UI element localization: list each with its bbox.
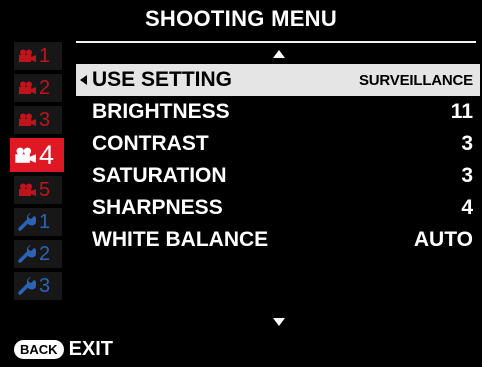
title-divider xyxy=(76,41,476,43)
movie-camera-icon xyxy=(19,49,36,62)
menu-list: USE SETTING SURVEILLANCE BRIGHTNESS 11 C… xyxy=(76,64,480,256)
back-button[interactable]: BACK xyxy=(14,340,64,359)
tab-number: 3 xyxy=(39,109,51,131)
wrench-icon xyxy=(18,277,36,295)
tab-number: 3 xyxy=(39,275,51,297)
tab-movie-5[interactable]: 5 xyxy=(14,176,62,204)
movie-camera-icon xyxy=(19,81,36,94)
menu-item-label: WHITE BALANCE xyxy=(92,228,269,251)
menu-item-brightness[interactable]: BRIGHTNESS 11 xyxy=(76,96,480,128)
tab-number: 5 xyxy=(39,179,51,201)
menu-item-label: BRIGHTNESS xyxy=(92,100,230,123)
menu-item-value: SURVEILLANCE xyxy=(358,71,473,89)
scroll-down-arrow-icon[interactable] xyxy=(273,318,285,326)
menu-item-sharpness[interactable]: SHARPNESS 4 xyxy=(76,192,480,224)
menu-item-value: 3 xyxy=(461,164,473,187)
menu-item-value: AUTO xyxy=(413,228,473,251)
menu-item-value: 3 xyxy=(461,132,473,155)
movie-camera-icon xyxy=(15,147,36,163)
tab-movie-3[interactable]: 3 xyxy=(14,106,62,134)
tab-setup-1[interactable]: 1 xyxy=(14,208,62,236)
menu-item-label: USE SETTING xyxy=(92,68,233,91)
exit-label: EXIT xyxy=(68,338,114,360)
scroll-up-arrow-icon[interactable] xyxy=(273,50,285,58)
menu-item-contrast[interactable]: CONTRAST 3 xyxy=(76,128,480,160)
tab-setup-3[interactable]: 3 xyxy=(14,272,62,300)
menu-tabs: 1 2 3 4 5 1 2 3 xyxy=(10,42,68,304)
menu-item-value: 11 xyxy=(450,100,473,123)
wrench-icon xyxy=(18,245,36,263)
menu-title: SHOOTING MENU xyxy=(144,6,338,31)
tab-setup-2[interactable]: 2 xyxy=(14,240,62,268)
menu-item-label: CONTRAST xyxy=(92,132,209,155)
tab-number: 1 xyxy=(39,45,51,67)
wrench-icon xyxy=(18,213,36,231)
menu-item-white-balance[interactable]: WHITE BALANCE AUTO xyxy=(76,224,480,256)
menu-item-label: SHARPNESS xyxy=(92,196,223,219)
tab-number: 2 xyxy=(39,243,51,265)
tab-number: 4 xyxy=(39,139,55,170)
tab-movie-2[interactable]: 2 xyxy=(14,74,62,102)
tab-number: 2 xyxy=(39,77,51,99)
menu-item-label: SATURATION xyxy=(92,164,227,187)
selection-arrow-icon xyxy=(80,75,87,85)
menu-item-value: 4 xyxy=(461,196,473,219)
menu-item-saturation[interactable]: SATURATION 3 xyxy=(76,160,480,192)
movie-camera-icon xyxy=(19,113,36,126)
tab-movie-1[interactable]: 1 xyxy=(14,42,62,70)
menu-item-use-setting[interactable]: USE SETTING SURVEILLANCE xyxy=(76,64,480,96)
tab-movie-4[interactable]: 4 xyxy=(10,138,64,172)
footer: BACK EXIT xyxy=(14,338,113,361)
tab-number: 1 xyxy=(39,211,51,233)
movie-camera-icon xyxy=(19,183,36,196)
